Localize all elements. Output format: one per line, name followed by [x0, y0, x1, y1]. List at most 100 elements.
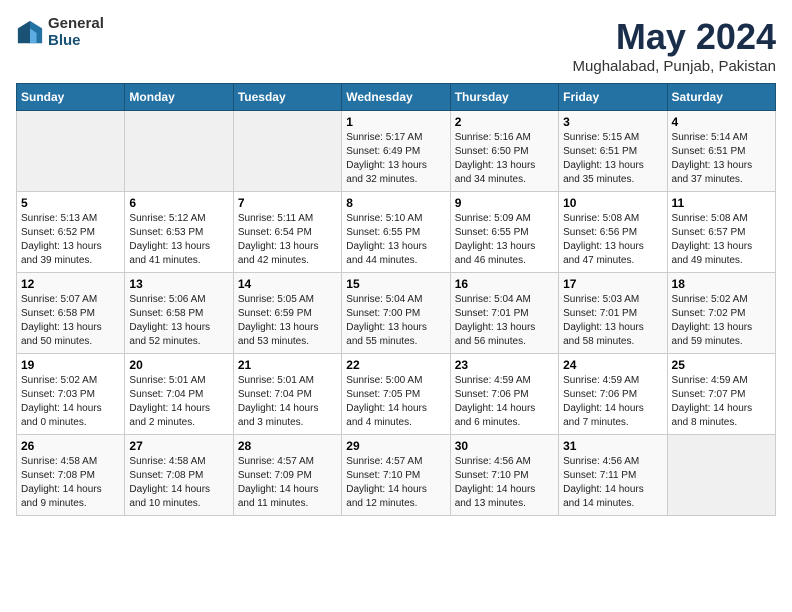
day-cell: 25Sunrise: 4:59 AM Sunset: 7:07 PM Dayli… [667, 354, 775, 435]
day-number: 12 [21, 277, 120, 291]
day-cell: 17 Sunrise: 5:03 AM Sunset: 7:01 PM Dayli… [559, 273, 667, 354]
day-number: 9 [455, 196, 554, 210]
day-info: Sunrise: 5:08 AM Sunset: 6:56 PM Dayligh… [563, 212, 662, 268]
day-cell [233, 111, 341, 192]
day-number: 15 [346, 277, 445, 291]
day-cell: 26 Sunrise: 4:58 AM Sunset: 7:08 PM Dayli… [17, 435, 125, 516]
day-cell: 5Sunrise: 5:13 AM Sunset: 6:52 PM Daylig… [17, 192, 125, 273]
day-cell [125, 111, 233, 192]
day-info: Sunrise: 5:02 AM Sunset: 7:03 PM Dayligh… [21, 374, 120, 430]
day-cell: 20 Sunrise: 5:01 AM Sunset: 7:04 PM Dayli… [125, 354, 233, 435]
day-cell: 19 Sunrise: 5:02 AM Sunset: 7:03 PM Dayli… [17, 354, 125, 435]
day-cell: 2 Sunrise: 5:16 AM Sunset: 6:50 PM Daylig… [450, 111, 558, 192]
day-info: Sunrise: 5:08 AM Sunset: 6:57 PM Dayligh… [672, 212, 771, 268]
day-number: 21 [238, 358, 337, 372]
week-row-2: 12 Sunrise: 5:07 AM Sunset: 6:58 PM Dayli… [17, 273, 776, 354]
day-cell [17, 111, 125, 192]
day-number: 23 [455, 358, 554, 372]
day-cell: 31 Sunrise: 4:56 AM Sunset: 7:11 PM Dayli… [559, 435, 667, 516]
day-number: 20 [129, 358, 228, 372]
title-area: May 2024 Mughalabad, Punjab, Pakistan [573, 16, 776, 75]
day-cell: 14 Sunrise: 5:05 AM Sunset: 6:59 PM Dayli… [233, 273, 341, 354]
calendar-table: SundayMondayTuesdayWednesdayThursdayFrid… [16, 83, 776, 516]
day-info: Sunrise: 4:57 AM Sunset: 7:10 PM Dayligh… [346, 455, 445, 511]
day-number: 30 [455, 439, 554, 453]
day-info: Sunrise: 5:01 AM Sunset: 7:04 PM Dayligh… [238, 374, 337, 430]
day-cell: 15 Sunrise: 5:04 AM Sunset: 7:00 PM Dayli… [342, 273, 450, 354]
day-info: Sunrise: 5:10 AM Sunset: 6:55 PM Dayligh… [346, 212, 445, 268]
day-cell: 16Sunrise: 5:04 AM Sunset: 7:01 PM Dayli… [450, 273, 558, 354]
day-info: Sunrise: 4:59 AM Sunset: 7:06 PM Dayligh… [563, 374, 662, 430]
logo-text: General Blue [48, 16, 104, 49]
week-row-3: 19 Sunrise: 5:02 AM Sunset: 7:03 PM Dayli… [17, 354, 776, 435]
day-info: Sunrise: 5:06 AM Sunset: 6:58 PM Dayligh… [129, 293, 228, 349]
day-number: 18 [672, 277, 771, 291]
day-number: 10 [563, 196, 662, 210]
day-cell: 9 Sunrise: 5:09 AM Sunset: 6:55 PM Daylig… [450, 192, 558, 273]
day-cell: 22 Sunrise: 5:00 AM Sunset: 7:05 PM Dayli… [342, 354, 450, 435]
day-number: 14 [238, 277, 337, 291]
day-info: Sunrise: 5:04 AM Sunset: 7:00 PM Dayligh… [346, 293, 445, 349]
header-row: SundayMondayTuesdayWednesdayThursdayFrid… [17, 84, 776, 111]
day-number: 17 [563, 277, 662, 291]
day-cell [667, 435, 775, 516]
day-info: Sunrise: 5:03 AM Sunset: 7:01 PM Dayligh… [563, 293, 662, 349]
day-info: Sunrise: 5:07 AM Sunset: 6:58 PM Dayligh… [21, 293, 120, 349]
week-row-1: 5Sunrise: 5:13 AM Sunset: 6:52 PM Daylig… [17, 192, 776, 273]
day-info: Sunrise: 5:13 AM Sunset: 6:52 PM Dayligh… [21, 212, 120, 268]
day-number: 13 [129, 277, 228, 291]
calendar-header: SundayMondayTuesdayWednesdayThursdayFrid… [17, 84, 776, 111]
day-info: Sunrise: 5:14 AM Sunset: 6:51 PM Dayligh… [672, 131, 771, 187]
day-info: Sunrise: 5:01 AM Sunset: 7:04 PM Dayligh… [129, 374, 228, 430]
day-info: Sunrise: 4:57 AM Sunset: 7:09 PM Dayligh… [238, 455, 337, 511]
day-cell: 27 Sunrise: 4:58 AM Sunset: 7:08 PM Dayli… [125, 435, 233, 516]
day-cell: 23 Sunrise: 4:59 AM Sunset: 7:06 PM Dayli… [450, 354, 558, 435]
day-number: 2 [455, 115, 554, 129]
day-info: Sunrise: 4:59 AM Sunset: 7:06 PM Dayligh… [455, 374, 554, 430]
day-info: Sunrise: 4:58 AM Sunset: 7:08 PM Dayligh… [21, 455, 120, 511]
day-cell: 24Sunrise: 4:59 AM Sunset: 7:06 PM Dayli… [559, 354, 667, 435]
header-cell-friday: Friday [559, 84, 667, 111]
day-number: 8 [346, 196, 445, 210]
header-cell-thursday: Thursday [450, 84, 558, 111]
day-cell: 13 Sunrise: 5:06 AM Sunset: 6:58 PM Dayli… [125, 273, 233, 354]
day-info: Sunrise: 4:56 AM Sunset: 7:11 PM Dayligh… [563, 455, 662, 511]
day-cell: 7Sunrise: 5:11 AM Sunset: 6:54 PM Daylig… [233, 192, 341, 273]
day-info: Sunrise: 5:16 AM Sunset: 6:50 PM Dayligh… [455, 131, 554, 187]
logo-blue: Blue [48, 33, 104, 50]
header: General Blue May 2024 Mughalabad, Punjab… [16, 16, 776, 75]
day-number: 27 [129, 439, 228, 453]
day-cell: 1Sunrise: 5:17 AM Sunset: 6:49 PM Daylig… [342, 111, 450, 192]
calendar-body: 1Sunrise: 5:17 AM Sunset: 6:49 PM Daylig… [17, 111, 776, 516]
day-info: Sunrise: 5:17 AM Sunset: 6:49 PM Dayligh… [346, 131, 445, 187]
day-number: 31 [563, 439, 662, 453]
day-info: Sunrise: 5:09 AM Sunset: 6:55 PM Dayligh… [455, 212, 554, 268]
day-cell: 11 Sunrise: 5:08 AM Sunset: 6:57 PM Dayli… [667, 192, 775, 273]
day-cell: 28Sunrise: 4:57 AM Sunset: 7:09 PM Dayli… [233, 435, 341, 516]
logo: General Blue [16, 16, 104, 49]
day-cell: 10 Sunrise: 5:08 AM Sunset: 6:56 PM Dayli… [559, 192, 667, 273]
main-title: May 2024 [573, 16, 776, 58]
day-info: Sunrise: 5:05 AM Sunset: 6:59 PM Dayligh… [238, 293, 337, 349]
day-cell: 29 Sunrise: 4:57 AM Sunset: 7:10 PM Dayli… [342, 435, 450, 516]
day-cell: 6Sunrise: 5:12 AM Sunset: 6:53 PM Daylig… [125, 192, 233, 273]
day-cell: 18Sunrise: 5:02 AM Sunset: 7:02 PM Dayli… [667, 273, 775, 354]
day-number: 19 [21, 358, 120, 372]
day-cell: 12 Sunrise: 5:07 AM Sunset: 6:58 PM Dayli… [17, 273, 125, 354]
day-cell: 4 Sunrise: 5:14 AM Sunset: 6:51 PM Daylig… [667, 111, 775, 192]
day-number: 26 [21, 439, 120, 453]
week-row-0: 1Sunrise: 5:17 AM Sunset: 6:49 PM Daylig… [17, 111, 776, 192]
header-cell-tuesday: Tuesday [233, 84, 341, 111]
day-number: 22 [346, 358, 445, 372]
header-cell-sunday: Sunday [17, 84, 125, 111]
week-row-4: 26 Sunrise: 4:58 AM Sunset: 7:08 PM Dayli… [17, 435, 776, 516]
day-number: 3 [563, 115, 662, 129]
day-number: 29 [346, 439, 445, 453]
day-info: Sunrise: 5:00 AM Sunset: 7:05 PM Dayligh… [346, 374, 445, 430]
day-number: 4 [672, 115, 771, 129]
day-number: 11 [672, 196, 771, 210]
day-cell: 30Sunrise: 4:56 AM Sunset: 7:10 PM Dayli… [450, 435, 558, 516]
logo-general: General [48, 16, 104, 33]
day-info: Sunrise: 4:58 AM Sunset: 7:08 PM Dayligh… [129, 455, 228, 511]
day-cell: 3Sunrise: 5:15 AM Sunset: 6:51 PM Daylig… [559, 111, 667, 192]
